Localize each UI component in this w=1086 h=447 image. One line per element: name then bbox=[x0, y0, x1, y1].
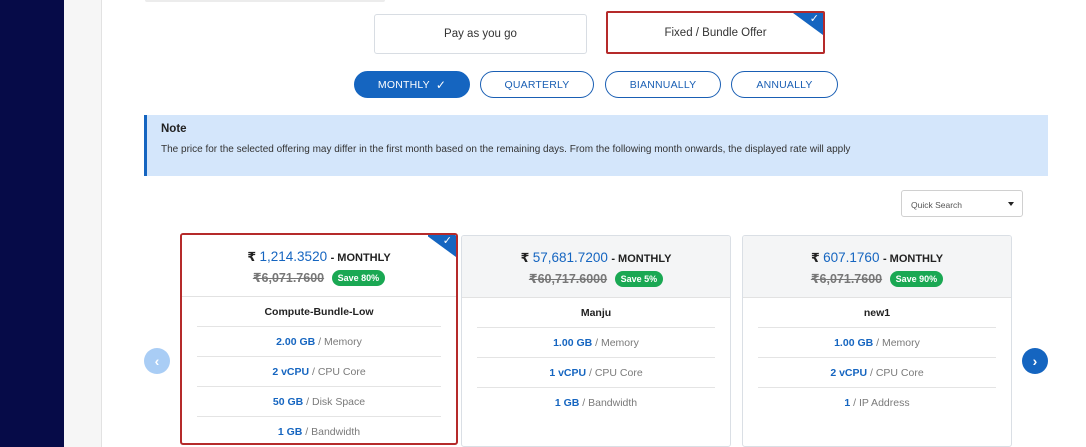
spec-label: / CPU Core bbox=[589, 367, 643, 379]
card-period: - MONTHLY bbox=[882, 253, 944, 265]
spec-label: / CPU Core bbox=[870, 367, 924, 379]
card-old-price: 60,717.6000 bbox=[537, 272, 608, 286]
spec-row: 2.00 GB / Memory bbox=[197, 327, 441, 357]
spec-label: / Memory bbox=[318, 336, 362, 348]
period-biannually-button[interactable]: BIANNUALLY bbox=[605, 71, 721, 98]
selected-check-icon: ✓ bbox=[793, 13, 823, 35]
spec-row: 50 GB / Disk Space bbox=[197, 387, 441, 417]
card-period: - MONTHLY bbox=[611, 253, 672, 265]
fixed-bundle-option[interactable]: Fixed / Bundle Offer ✓ bbox=[606, 11, 825, 54]
spec-row: 1 GB / Bandwidth bbox=[477, 388, 715, 418]
spec-row: 1 GB / Bandwidth bbox=[197, 417, 441, 443]
currency-symbol: ₹ bbox=[252, 271, 262, 285]
spec-value: 2 vCPU bbox=[272, 366, 310, 378]
quick-search-placeholder: Quick Search bbox=[911, 200, 963, 210]
spec-value: 1 GB bbox=[554, 397, 580, 409]
bundle-card[interactable]: ₹ 57,681.7200 - MONTHLY ₹60,717.6000 Sav… bbox=[461, 235, 731, 447]
spec-row: 1 / IP Address bbox=[758, 388, 996, 418]
spec-value: 1 vCPU bbox=[549, 367, 587, 379]
period-monthly-label: MONTHLY bbox=[377, 78, 430, 91]
card-name: new1 bbox=[758, 298, 996, 328]
period-quarterly-button[interactable]: QUARTERLY bbox=[480, 71, 594, 98]
card-price: 1,214.3520 bbox=[259, 249, 328, 264]
currency-symbol: ₹ bbox=[810, 251, 820, 265]
bundle-card[interactable]: ✓ ₹ 1,214.3520 - MONTHLY ₹6,071.7600 Sav… bbox=[180, 233, 458, 445]
spec-label: / CPU Core bbox=[312, 366, 366, 378]
caret-down-icon bbox=[1008, 202, 1014, 206]
card-price: 607.1760 bbox=[823, 250, 880, 265]
spec-row: 1.00 GB / Memory bbox=[758, 328, 996, 358]
card-old-price: 6,071.7600 bbox=[819, 272, 883, 286]
spec-label: / Memory bbox=[876, 337, 920, 349]
spec-value: 1 bbox=[844, 397, 851, 409]
app-sidebar-rail bbox=[0, 0, 64, 447]
card-price-header: ₹ 607.1760 - MONTHLY ₹6,071.7600 Save 90… bbox=[743, 236, 1011, 298]
bundle-card[interactable]: ₹ 607.1760 - MONTHLY ₹6,071.7600 Save 90… bbox=[742, 235, 1012, 447]
info-note: Note The price for the selected offering… bbox=[144, 115, 1048, 176]
spec-row: 1 vCPU / CPU Core bbox=[477, 358, 715, 388]
card-period: - MONTHLY bbox=[330, 252, 391, 264]
card-price-header: ₹ 57,681.7200 - MONTHLY ₹60,717.6000 Sav… bbox=[462, 236, 730, 298]
note-text: The price for the selected offering may … bbox=[161, 144, 851, 155]
spec-label: / Memory bbox=[595, 337, 639, 349]
currency-symbol: ₹ bbox=[520, 251, 530, 265]
currency-symbol: ₹ bbox=[247, 250, 257, 264]
carousel-prev-button[interactable]: ‹ bbox=[144, 348, 170, 374]
card-old-price: 6,071.7600 bbox=[261, 271, 325, 285]
currency-symbol: ₹ bbox=[810, 272, 820, 286]
spec-label: / Bandwidth bbox=[582, 397, 638, 409]
card-name: Manju bbox=[477, 298, 715, 328]
period-biannually-label: BIANNUALLY bbox=[629, 78, 697, 91]
period-monthly-button[interactable]: MONTHLY ✓ bbox=[354, 71, 470, 98]
carousel-next-button[interactable]: › bbox=[1022, 348, 1048, 374]
period-quarterly-label: QUARTERLY bbox=[504, 78, 570, 91]
pay-as-you-go-label: Pay as you go bbox=[444, 28, 517, 40]
spec-value: 1 GB bbox=[277, 426, 303, 438]
spec-value: 1.00 GB bbox=[553, 337, 593, 349]
spec-value: 2 vCPU bbox=[830, 367, 868, 379]
spec-value: 50 GB bbox=[272, 396, 304, 408]
selected-check-icon: ✓ bbox=[428, 235, 456, 257]
currency-symbol: ₹ bbox=[528, 272, 538, 286]
chevron-right-icon: › bbox=[1032, 353, 1038, 369]
save-badge: Save 80% bbox=[331, 270, 386, 286]
pay-as-you-go-option[interactable]: Pay as you go bbox=[374, 14, 587, 54]
period-annually-button[interactable]: ANNUALLY bbox=[731, 71, 838, 98]
note-title: Note bbox=[161, 123, 187, 135]
scrolled-element-edge bbox=[145, 0, 385, 2]
period-annually-label: ANNUALLY bbox=[756, 78, 813, 91]
card-price: 57,681.7200 bbox=[532, 250, 608, 265]
card-name: Compute-Bundle-Low bbox=[197, 297, 441, 327]
spec-row: 1.00 GB / Memory bbox=[477, 328, 715, 358]
spec-row: 2 vCPU / CPU Core bbox=[758, 358, 996, 388]
spec-row: 2 vCPU / CPU Core bbox=[197, 357, 441, 387]
chevron-left-icon: ‹ bbox=[154, 353, 160, 369]
spec-label: / Disk Space bbox=[306, 396, 366, 408]
save-badge: Save 90% bbox=[889, 271, 944, 287]
fixed-bundle-label: Fixed / Bundle Offer bbox=[664, 26, 767, 39]
check-icon: ✓ bbox=[435, 77, 447, 92]
card-price-header: ₹ 1,214.3520 - MONTHLY ₹6,071.7600 Save … bbox=[182, 235, 456, 297]
save-badge: Save 5% bbox=[614, 271, 664, 287]
spec-label: / IP Address bbox=[853, 397, 910, 409]
quick-search-dropdown[interactable]: Quick Search bbox=[901, 190, 1023, 217]
spec-value: 1.00 GB bbox=[834, 337, 874, 349]
spec-label: / Bandwidth bbox=[305, 426, 361, 438]
spec-value: 2.00 GB bbox=[276, 336, 316, 348]
